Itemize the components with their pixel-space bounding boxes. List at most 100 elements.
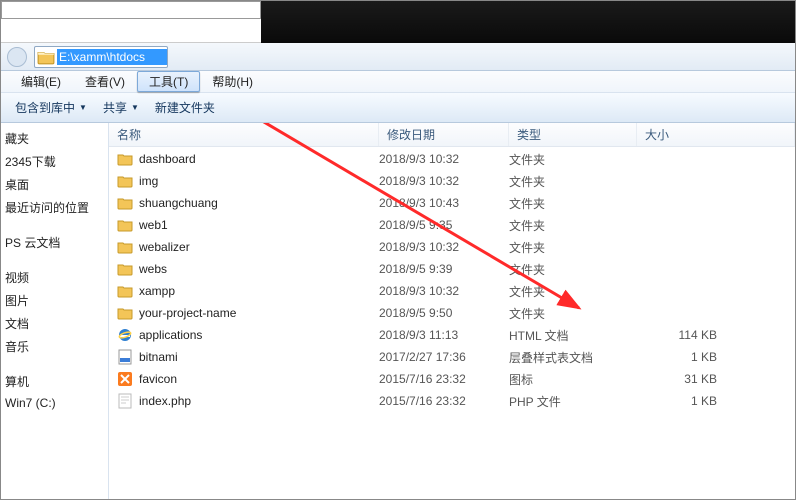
sidebar-item[interactable]: 藏夹 [1, 127, 108, 150]
sidebar-item[interactable]: 2345下载 [1, 150, 108, 173]
titlebar-left [1, 1, 261, 19]
file-size: 1 KB [637, 350, 717, 364]
table-row[interactable]: dashboard 2018/9/3 10:32文件夹 [109, 148, 795, 170]
file-name: favicon [139, 372, 177, 386]
file-name: webs [139, 262, 167, 276]
php-icon [117, 393, 133, 409]
sidebar-item[interactable]: Win7 (C:) [1, 393, 108, 413]
column-header-size[interactable]: 大小 [637, 123, 795, 146]
table-row[interactable]: bitnami 2017/2/27 17:36层叠样式表文档1 KB [109, 346, 795, 368]
file-date: 2018/9/5 9:39 [379, 262, 509, 276]
table-row[interactable]: applications 2018/9/3 11:13HTML 文档114 KB [109, 324, 795, 346]
file-type: HTML 文档 [509, 327, 637, 344]
file-type: 文件夹 [509, 195, 637, 212]
file-date: 2018/9/3 10:32 [379, 152, 509, 166]
table-row[interactable]: webalizer 2018/9/3 10:32文件夹 [109, 236, 795, 258]
file-type: 文件夹 [509, 239, 637, 256]
nav-back-button[interactable] [7, 47, 27, 67]
file-type: 文件夹 [509, 173, 637, 190]
table-row[interactable]: favicon2015/7/16 23:32图标31 KB [109, 368, 795, 390]
address-path: E:\xamm\htdocs [57, 49, 167, 65]
table-row[interactable]: xampp 2018/9/3 10:32文件夹 [109, 280, 795, 302]
file-name: shuangchuang [139, 196, 218, 210]
sidebar-item[interactable]: 桌面 [1, 173, 108, 196]
file-type: 层叠样式表文档 [509, 349, 637, 366]
content-area: 藏夹2345下载桌面最近访问的位置 PS 云文档视频图片文档音乐算机Win7 (C… [1, 123, 795, 499]
column-header-name[interactable]: 名称 [109, 123, 379, 146]
file-size: 31 KB [637, 372, 717, 386]
folder-icon [117, 305, 133, 321]
folder-icon [117, 283, 133, 299]
file-date: 2017/2/27 17:36 [379, 350, 509, 364]
column-header-type[interactable]: 类型 [509, 123, 637, 146]
menu-view[interactable]: 查看(V) [73, 71, 137, 92]
file-name: bitnami [139, 350, 178, 364]
sidebar-item[interactable]: 最近访问的位置 [1, 196, 108, 219]
menu-tools[interactable]: 工具(T) [137, 71, 200, 92]
file-name: your-project-name [139, 306, 236, 320]
table-row[interactable]: index.php 2015/7/16 23:32PHP 文件1 KB [109, 390, 795, 412]
file-size: 1 KB [637, 394, 717, 408]
column-header-row: 名称 修改日期 类型 大小 [109, 123, 795, 147]
toolbar: 包含到库中▼ 共享▼ 新建文件夹 [1, 93, 795, 123]
file-name: index.php [139, 394, 191, 408]
table-row[interactable]: web1 2018/9/5 9:35文件夹 [109, 214, 795, 236]
sidebar-item[interactable]: 算机 [1, 370, 108, 393]
chevron-down-icon: ▼ [79, 103, 87, 112]
file-name: xampp [139, 284, 175, 298]
file-type: 文件夹 [509, 217, 637, 234]
folder-icon [117, 217, 133, 233]
file-date: 2015/7/16 23:32 [379, 394, 509, 408]
sidebar-item[interactable]: 音乐 [1, 335, 108, 358]
toolbar-include[interactable]: 包含到库中▼ [7, 96, 95, 119]
table-row[interactable]: img 2018/9/3 10:32文件夹 [109, 170, 795, 192]
toolbar-share[interactable]: 共享▼ [95, 96, 147, 119]
titlebar-right-dark [261, 1, 795, 43]
file-type: 图标 [509, 371, 637, 388]
folder-icon [117, 239, 133, 255]
file-type: 文件夹 [509, 283, 637, 300]
file-name: web1 [139, 218, 168, 232]
sidebar-item[interactable]: PS 云文档 [1, 231, 108, 254]
address-field[interactable]: E:\xamm\htdocs [34, 46, 168, 68]
menu-edit[interactable]: 编辑(E) [9, 71, 73, 92]
menu-help[interactable]: 帮助(H) [200, 71, 265, 92]
folder-icon [117, 173, 133, 189]
file-name: applications [139, 328, 202, 342]
file-date: 2018/9/3 10:32 [379, 284, 509, 298]
file-size: 114 KB [637, 328, 717, 342]
file-name: dashboard [139, 152, 196, 166]
file-type: 文件夹 [509, 151, 637, 168]
table-row[interactable]: your-project-name 2018/9/5 9:50文件夹 [109, 302, 795, 324]
file-type: 文件夹 [509, 261, 637, 278]
file-name: webalizer [139, 240, 190, 254]
folder-icon [117, 151, 133, 167]
column-header-date[interactable]: 修改日期 [379, 123, 509, 146]
ie-icon [117, 327, 133, 343]
folder-icon [37, 48, 55, 66]
file-type: PHP 文件 [509, 393, 637, 410]
css-icon [117, 349, 133, 365]
sidebar-item[interactable]: 视频 [1, 266, 108, 289]
toolbar-new-folder[interactable]: 新建文件夹 [147, 96, 223, 119]
address-bar: E:\xamm\htdocs [1, 43, 795, 71]
titlebar-area [1, 1, 795, 43]
menu-bar: 编辑(E) 查看(V) 工具(T) 帮助(H) [1, 71, 795, 93]
sidebar-item[interactable]: 图片 [1, 289, 108, 312]
file-date: 2018/9/5 9:35 [379, 218, 509, 232]
file-date: 2018/9/5 9:50 [379, 306, 509, 320]
file-type: 文件夹 [509, 305, 637, 322]
file-date: 2018/9/3 11:13 [379, 328, 509, 342]
file-rows: dashboard2018/9/3 10:32文件夹img2018/9/3 10… [109, 147, 795, 413]
chevron-down-icon: ▼ [131, 103, 139, 112]
file-date: 2018/9/3 10:32 [379, 174, 509, 188]
table-row[interactable]: shuangchuang 2018/9/3 10:43文件夹 [109, 192, 795, 214]
file-date: 2018/9/3 10:32 [379, 240, 509, 254]
file-list-pane: 名称 修改日期 类型 大小 dashboard2018/9/3 10:32文件夹… [109, 123, 795, 499]
sidebar-item[interactable]: 文档 [1, 312, 108, 335]
file-name: img [139, 174, 158, 188]
file-date: 2018/9/3 10:43 [379, 196, 509, 210]
xa-icon [117, 371, 133, 387]
table-row[interactable]: webs 2018/9/5 9:39文件夹 [109, 258, 795, 280]
folder-icon [117, 195, 133, 211]
